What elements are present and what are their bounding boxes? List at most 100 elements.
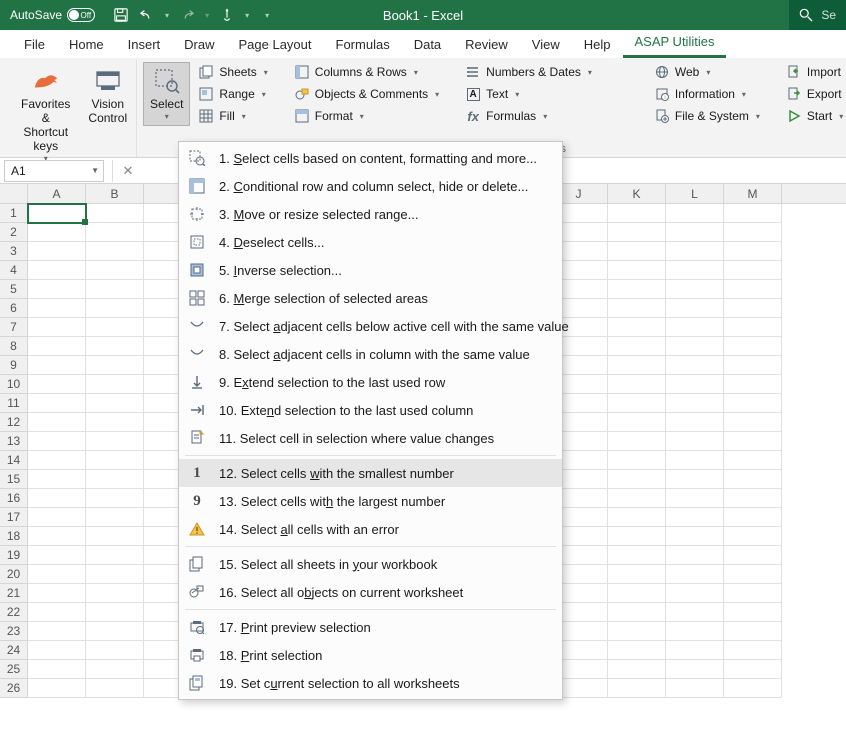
cell[interactable] — [608, 584, 666, 603]
menu-item-12[interactable]: 112. Select cells with the smallest numb… — [179, 459, 562, 487]
cell[interactable] — [608, 280, 666, 299]
cell[interactable] — [666, 318, 724, 337]
cell[interactable] — [724, 318, 782, 337]
row-header[interactable]: 17 — [0, 508, 28, 527]
undo-icon[interactable] — [139, 7, 155, 23]
cell[interactable] — [86, 660, 144, 679]
format-button[interactable]: Format▾ — [290, 106, 443, 126]
cell[interactable] — [28, 337, 86, 356]
row-header[interactable]: 13 — [0, 432, 28, 451]
cell[interactable] — [86, 470, 144, 489]
cell[interactable] — [86, 641, 144, 660]
cell[interactable] — [28, 641, 86, 660]
row-header[interactable]: 14 — [0, 451, 28, 470]
import-button[interactable]: Import▾ — [782, 62, 846, 82]
cell[interactable] — [28, 394, 86, 413]
cell[interactable] — [724, 546, 782, 565]
select-all-corner[interactable] — [0, 184, 28, 203]
cell[interactable] — [86, 375, 144, 394]
cell[interactable] — [86, 679, 144, 698]
cell[interactable] — [86, 413, 144, 432]
row-header[interactable]: 20 — [0, 565, 28, 584]
menu-item-13[interactable]: 913. Select cells with the largest numbe… — [179, 487, 562, 515]
menu-item-6[interactable]: 6. Merge selection of selected areas — [179, 284, 562, 312]
cell[interactable] — [724, 299, 782, 318]
cell[interactable] — [28, 489, 86, 508]
cell[interactable] — [724, 470, 782, 489]
cell[interactable] — [724, 261, 782, 280]
cell[interactable] — [608, 204, 666, 223]
cell[interactable] — [86, 394, 144, 413]
cell[interactable] — [724, 356, 782, 375]
cell[interactable] — [666, 660, 724, 679]
row-header[interactable]: 15 — [0, 470, 28, 489]
cell[interactable] — [666, 242, 724, 261]
cell[interactable] — [86, 432, 144, 451]
row-header[interactable]: 6 — [0, 299, 28, 318]
cell[interactable] — [608, 242, 666, 261]
cell[interactable] — [608, 413, 666, 432]
cell[interactable] — [724, 375, 782, 394]
menu-item-19[interactable]: 19. Set current selection to all workshe… — [179, 669, 562, 697]
cell[interactable] — [724, 394, 782, 413]
row-header[interactable]: 19 — [0, 546, 28, 565]
numbers-dates-button[interactable]: Numbers & Dates▾ — [461, 62, 596, 82]
row-header[interactable]: 12 — [0, 413, 28, 432]
cell[interactable] — [608, 432, 666, 451]
cell[interactable] — [666, 299, 724, 318]
cell[interactable] — [724, 584, 782, 603]
cell[interactable] — [666, 432, 724, 451]
tab-help[interactable]: Help — [572, 31, 623, 58]
cell[interactable] — [28, 223, 86, 242]
cell[interactable] — [666, 223, 724, 242]
row-header[interactable]: 18 — [0, 527, 28, 546]
cell[interactable] — [724, 508, 782, 527]
cell[interactable] — [28, 413, 86, 432]
cell[interactable] — [724, 565, 782, 584]
menu-item-8[interactable]: 8. Select adjacent cells in column with … — [179, 340, 562, 368]
cell[interactable] — [608, 565, 666, 584]
cell[interactable] — [724, 603, 782, 622]
cell[interactable] — [608, 527, 666, 546]
cell[interactable] — [666, 470, 724, 489]
tab-view[interactable]: View — [520, 31, 572, 58]
cell[interactable] — [86, 356, 144, 375]
cell[interactable] — [666, 584, 724, 603]
row-header[interactable]: 16 — [0, 489, 28, 508]
cell[interactable] — [28, 603, 86, 622]
row-header[interactable]: 1 — [0, 204, 28, 223]
cell[interactable] — [28, 299, 86, 318]
sheets-button[interactable]: Sheets▾ — [194, 62, 271, 82]
row-header[interactable]: 26 — [0, 679, 28, 698]
cell[interactable] — [608, 660, 666, 679]
cell[interactable] — [28, 660, 86, 679]
cell[interactable] — [608, 489, 666, 508]
cell[interactable] — [724, 489, 782, 508]
row-header[interactable]: 5 — [0, 280, 28, 299]
menu-item-11[interactable]: 11. Select cell in selection where value… — [179, 424, 562, 452]
tab-insert[interactable]: Insert — [116, 31, 173, 58]
cell[interactable] — [86, 508, 144, 527]
cell[interactable] — [666, 375, 724, 394]
cell[interactable] — [724, 451, 782, 470]
cell[interactable] — [28, 318, 86, 337]
cell[interactable] — [608, 223, 666, 242]
cell[interactable] — [666, 641, 724, 660]
cell[interactable] — [28, 451, 86, 470]
touch-mode-icon[interactable] — [219, 7, 235, 23]
cell[interactable] — [28, 584, 86, 603]
row-header[interactable]: 7 — [0, 318, 28, 337]
vision-control-button[interactable]: Vision Control — [85, 62, 130, 130]
cell[interactable] — [724, 280, 782, 299]
cell[interactable] — [666, 413, 724, 432]
favorites-button[interactable]: Favorites & Shortcut keys ▾ — [10, 62, 81, 168]
menu-item-14[interactable]: 14. Select all cells with an error — [179, 515, 562, 543]
name-box[interactable]: A1 ▼ — [4, 160, 104, 182]
row-header[interactable]: 2 — [0, 223, 28, 242]
menu-item-7[interactable]: 7. Select adjacent cells below active ce… — [179, 312, 562, 340]
autosave-toggle[interactable]: AutoSave Off — [10, 8, 95, 22]
cell[interactable] — [608, 356, 666, 375]
cell[interactable] — [724, 242, 782, 261]
cell[interactable] — [608, 299, 666, 318]
cell[interactable] — [724, 204, 782, 223]
